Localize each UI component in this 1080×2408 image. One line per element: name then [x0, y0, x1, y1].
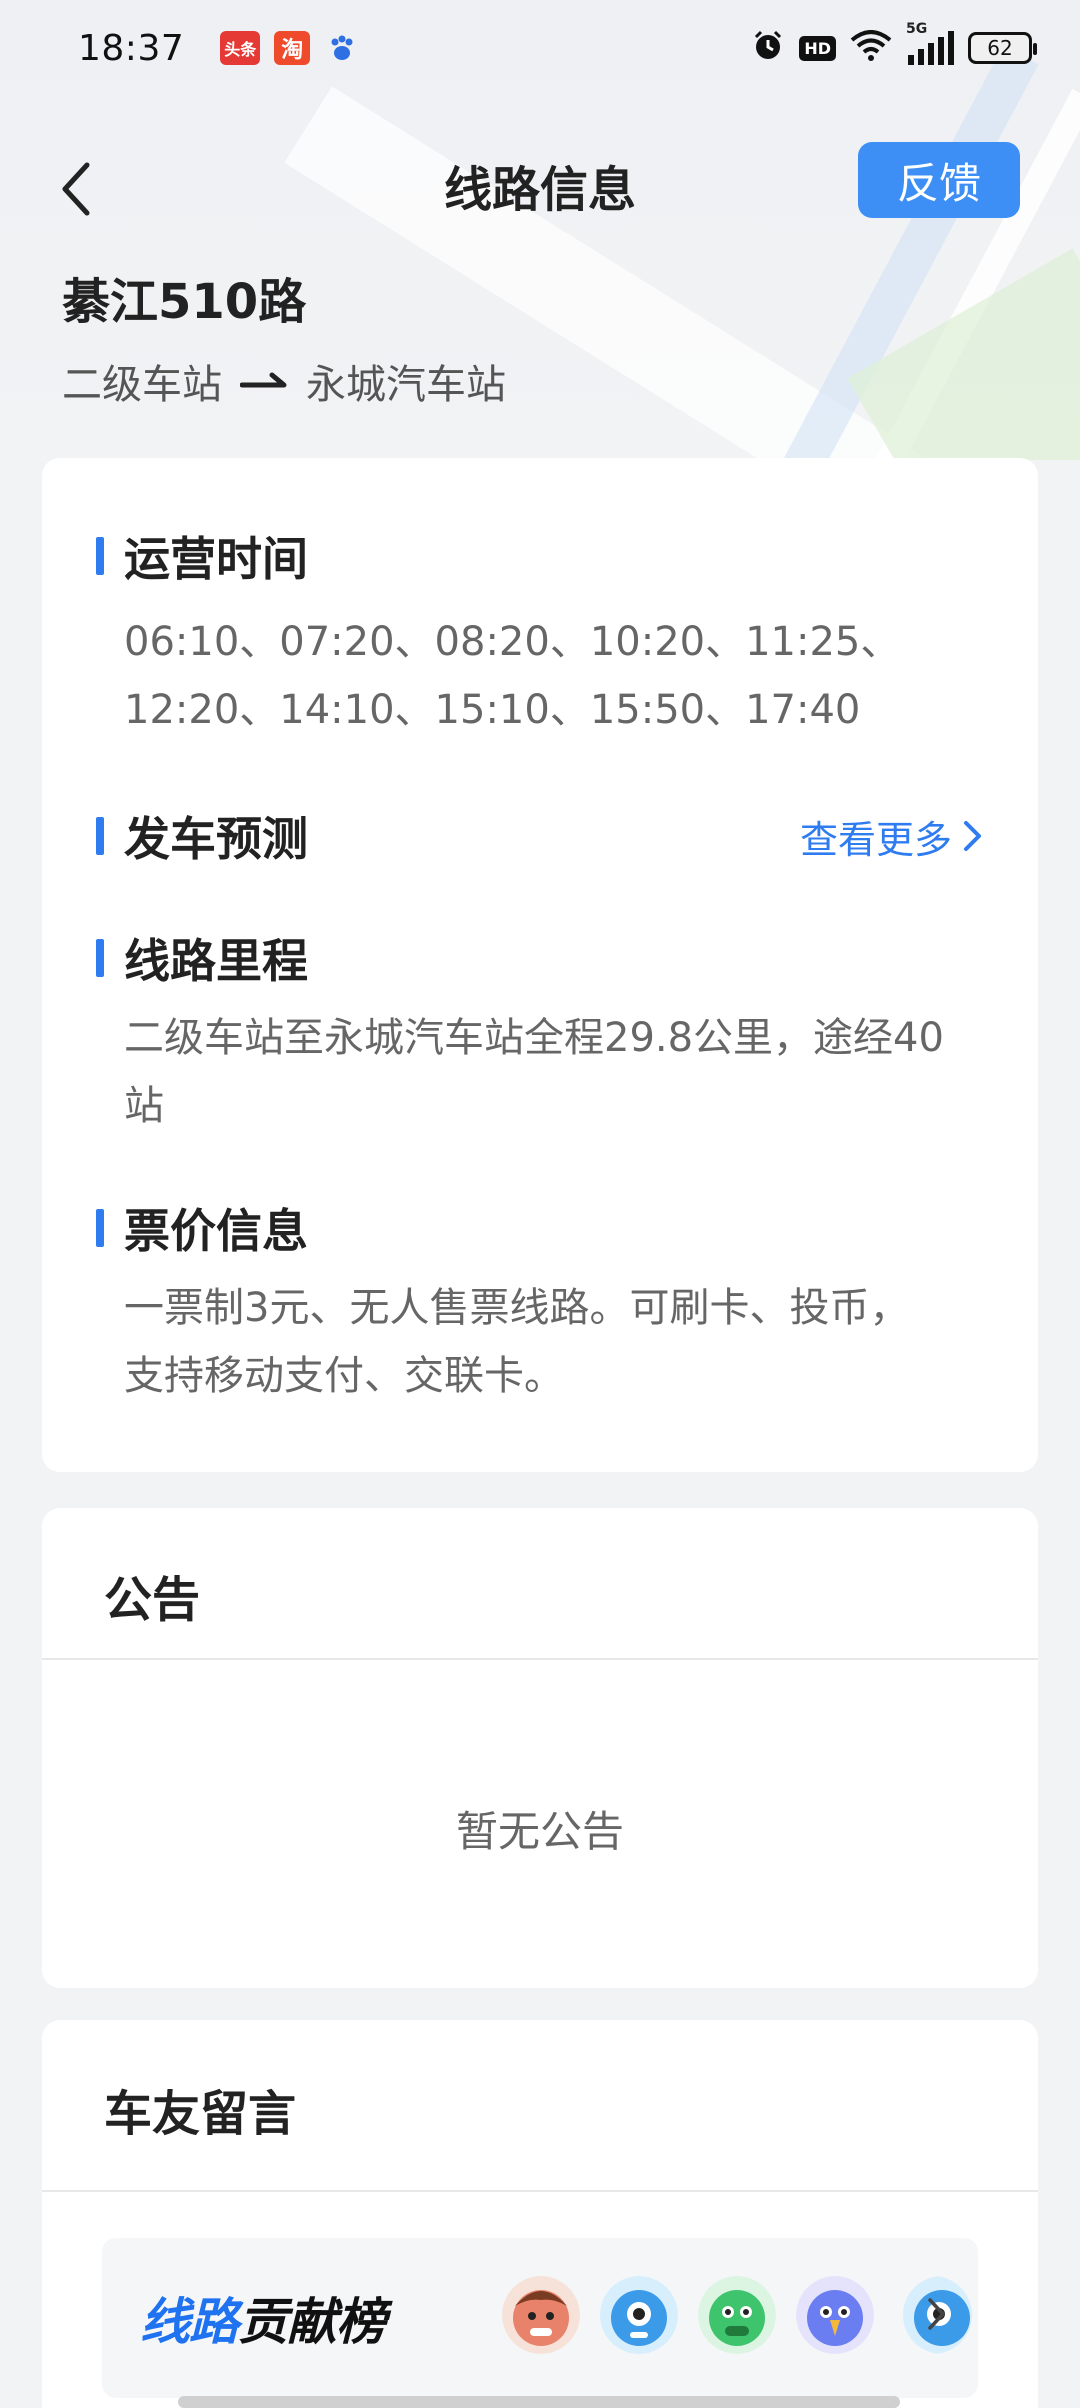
app-header: 线路信息 反馈 — [0, 140, 1080, 240]
alarm-icon — [751, 29, 785, 67]
baidu-app-icon — [324, 31, 360, 65]
bottom-tab-indicator — [178, 2396, 900, 2408]
schedule-line-1: 06:10、07:20、08:20、10:20、11:25、 — [124, 619, 901, 665]
notice-empty-text: 暂无公告 — [455, 1807, 624, 1856]
hd-icon: HD — [799, 35, 836, 61]
mileage-text: 二级车站至永城汽车站全程29.8公里，途经40 站 — [124, 1004, 984, 1140]
avatar — [698, 2276, 776, 2354]
battery-icon: 62 — [968, 32, 1037, 64]
schedule-line-2: 12:20、14:10、15:10、15:50、17:40 — [124, 687, 861, 733]
notice-title: 公告 — [104, 1572, 201, 1628]
chevron-right-icon — [926, 2294, 948, 2338]
schedule-times: 06:10、07:20、08:20、10:20、11:25、 12:20、14:… — [124, 608, 984, 744]
route-info-card: 运营时间 06:10、07:20、08:20、10:20、11:25、 12:2… — [42, 458, 1038, 1472]
notice-card: 公告 暂无公告 — [42, 1508, 1038, 1988]
fare-line-1: 一票制3元、无人售票线路。可刷卡、投币， — [124, 1285, 910, 1331]
route-name: 綦江510路 — [62, 274, 307, 330]
rank-title-black: 贡献榜 — [238, 2293, 386, 2351]
messages-card: 车友留言 线路贡献榜 — [42, 2020, 1038, 2408]
messages-title: 车友留言 — [104, 2086, 297, 2142]
chevron-right-icon — [964, 821, 981, 851]
status-bar: 18:37 头条 淘 HD 5G 62 — [0, 0, 1080, 96]
fare-title: 票价信息 — [124, 1204, 308, 1258]
section-marker — [96, 817, 104, 855]
mileage-section: 线路里程 二级车站至永城汽车站全程29.8公里，途经40 站 — [96, 926, 984, 1140]
fare-line-2: 支持移动支付、交联卡。 — [124, 1353, 564, 1399]
section-marker — [96, 1209, 104, 1247]
contributor-avatars — [502, 2276, 972, 2354]
status-time: 18:37 — [78, 27, 185, 69]
section-marker — [96, 939, 104, 977]
avatar — [502, 2276, 580, 2354]
divider — [42, 1658, 1038, 1660]
section-marker — [96, 537, 104, 575]
schedule-section: 运营时间 06:10、07:20、08:20、10:20、11:25、 12:2… — [96, 524, 984, 744]
signal-icon: 5G — [906, 21, 954, 65]
avatar — [600, 2276, 678, 2354]
mileage-title: 线路里程 — [124, 934, 308, 988]
avatar — [796, 2276, 874, 2354]
rank-title-blue: 线路 — [140, 2293, 239, 2351]
fare-section: 票价信息 一票制3元、无人售票线路。可刷卡、投币， 支持移动支付、交联卡。 — [96, 1196, 984, 1410]
view-more-link[interactable]: 查看更多 — [800, 809, 984, 864]
direction-arrow-icon — [240, 371, 288, 391]
route-to: 永城汽车站 — [306, 362, 506, 408]
status-indicators: HD 5G 62 — [751, 21, 1037, 67]
forecast-section: 发车预测 查看更多 — [96, 804, 984, 868]
forecast-title: 发车预测 — [124, 812, 308, 866]
status-app-icons: 头条 淘 — [220, 31, 360, 65]
route-info-page: 18:37 头条 淘 HD 5G 62 线路信息 反馈 綦江510路 二级车站 … — [0, 0, 1080, 2408]
mileage-line-1: 二级车站至永城汽车站全程29.8公里，途经40 — [124, 1015, 944, 1061]
divider — [42, 2190, 1038, 2192]
route-from: 二级车站 — [62, 362, 222, 408]
network-type: 5G — [906, 21, 928, 37]
contribution-rank-banner[interactable]: 线路贡献榜 — [102, 2238, 978, 2398]
schedule-title: 运营时间 — [124, 532, 308, 586]
rank-title: 线路贡献榜 — [140, 2282, 386, 2354]
feedback-button[interactable]: 反馈 — [858, 142, 1020, 218]
view-more-label: 查看更多 — [799, 817, 952, 862]
route-direction: 二级车站 永城汽车站 — [62, 352, 506, 410]
toutiao-app-icon: 头条 — [220, 31, 261, 65]
fare-text: 一票制3元、无人售票线路。可刷卡、投币， 支持移动支付、交联卡。 — [124, 1274, 984, 1410]
wifi-icon — [850, 30, 892, 66]
taobao-app-icon: 淘 — [274, 31, 311, 65]
mileage-line-2: 站 — [124, 1083, 164, 1129]
